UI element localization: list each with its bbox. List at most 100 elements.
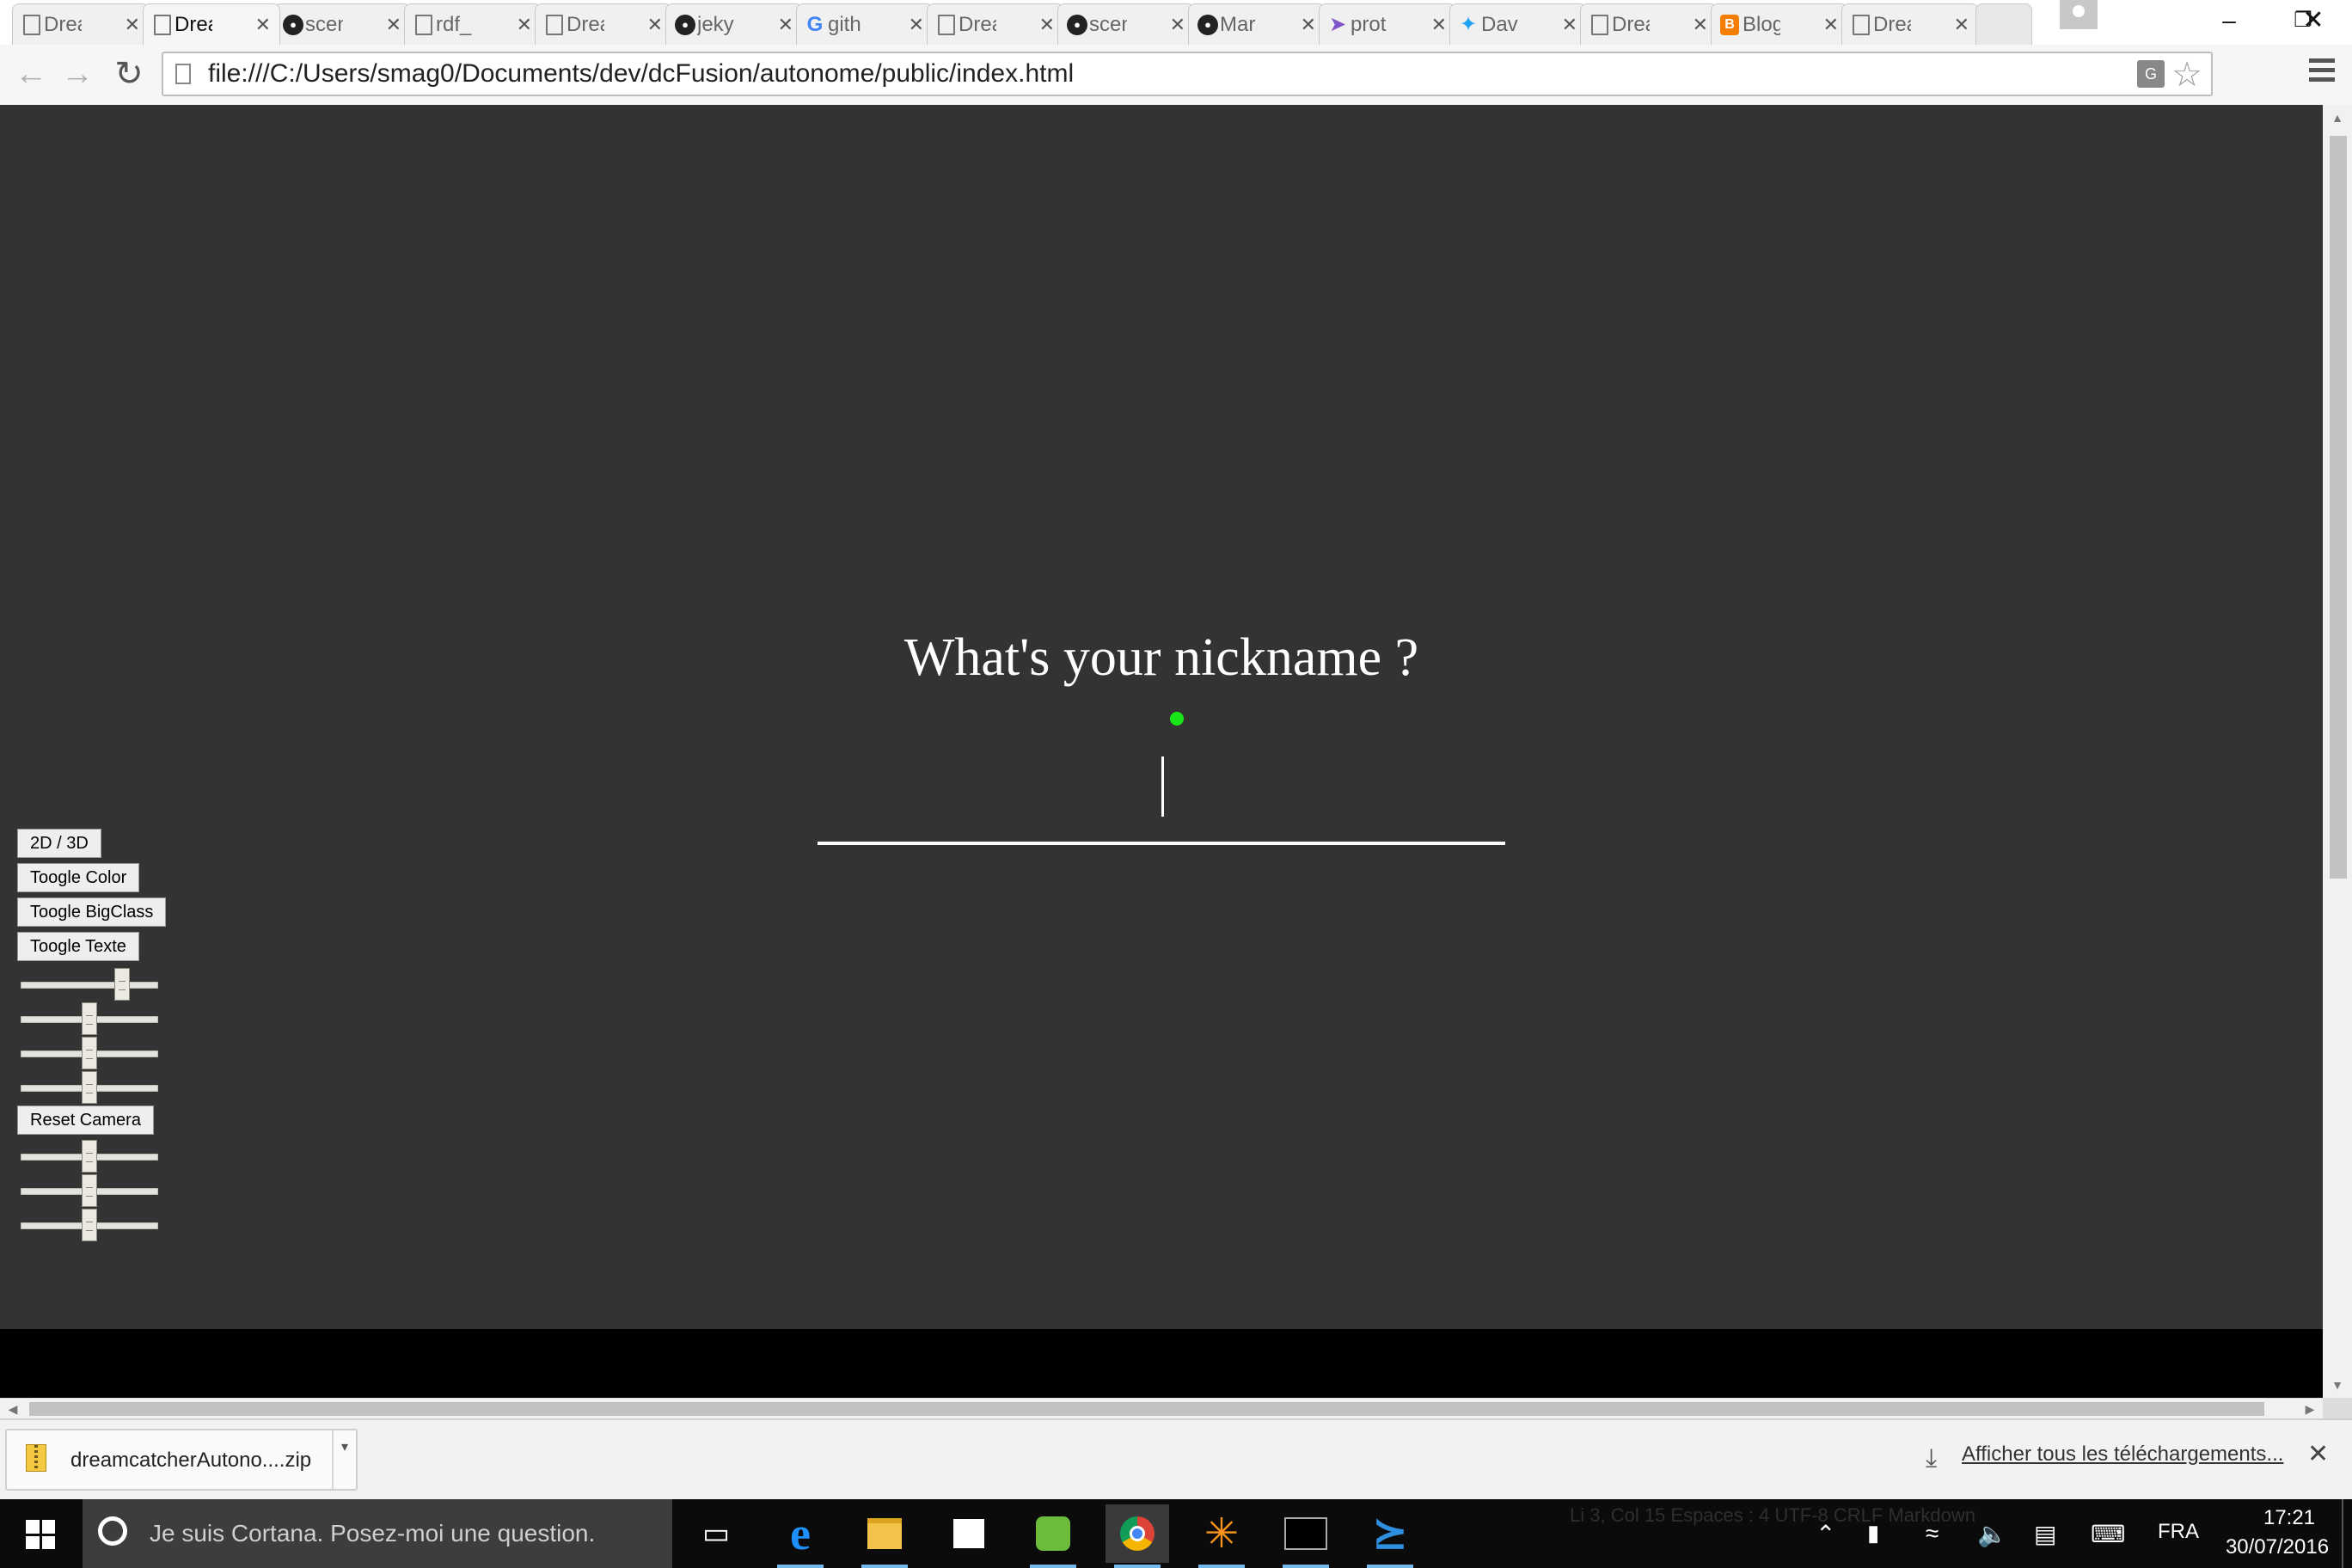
language-indicator[interactable]: FRA xyxy=(2158,1520,2199,1544)
browser-tab[interactable]: rdf_ ✕ xyxy=(404,3,542,45)
tab-close-icon[interactable]: ✕ xyxy=(1693,4,1708,45)
close-window-button[interactable]: ✕ xyxy=(2275,0,2352,41)
translate-icon[interactable]: G xyxy=(2137,60,2165,88)
slider-thumb[interactable] xyxy=(114,968,131,1001)
tab-close-icon[interactable]: ✕ xyxy=(255,4,271,45)
slider-thumb[interactable] xyxy=(82,1140,97,1173)
scroll-right-icon[interactable]: ▶ xyxy=(2297,1399,2323,1419)
tab-close-icon[interactable]: ✕ xyxy=(517,4,532,45)
toggle-bigclass-button[interactable]: Toogle BigClass xyxy=(17,897,167,927)
toggle-color-button[interactable]: Toogle Color xyxy=(17,863,140,892)
battery-icon[interactable]: ▮ xyxy=(1867,1520,1879,1547)
browser-tab[interactable]: B Blog ✕ xyxy=(1711,3,1848,45)
tab-close-icon[interactable]: ✕ xyxy=(909,4,924,45)
browser-tab[interactable]: ●scen ✕ xyxy=(1057,3,1195,45)
toggle-texte-button[interactable]: Toogle Texte xyxy=(17,932,139,961)
slider-thumb[interactable] xyxy=(82,1071,97,1104)
vertical-scrollbar[interactable]: ▲ ▼ xyxy=(2323,105,2352,1398)
task-view-icon[interactable]: ▭ xyxy=(684,1504,748,1563)
camera-slider-1[interactable] xyxy=(21,1138,158,1176)
slider-2[interactable] xyxy=(21,1001,158,1038)
clock-date[interactable]: 30/07/2016 xyxy=(2221,1535,2333,1559)
forward-button[interactable]: → xyxy=(58,55,96,93)
file-explorer-icon[interactable] xyxy=(853,1504,916,1568)
show-all-downloads-link[interactable]: Afficher tous les téléchargements... xyxy=(1962,1442,2283,1467)
reset-camera-button[interactable]: Reset Camera xyxy=(17,1106,154,1135)
store-icon[interactable] xyxy=(937,1504,1001,1563)
browser-tab[interactable]: ● Mar ✕ xyxy=(1188,3,1326,45)
tab-close-icon[interactable]: ✕ xyxy=(386,4,401,45)
slider-thumb[interactable] xyxy=(82,1002,97,1035)
tab-close-icon[interactable]: ✕ xyxy=(1954,4,1969,45)
start-button[interactable] xyxy=(26,1520,55,1549)
browser-tab[interactable]: ●scen ✕ xyxy=(273,3,411,45)
edge-icon[interactable]: e xyxy=(769,1504,832,1568)
download-shelf: dreamcatcherAutono....zip ▾ ⤓ Afficher t… xyxy=(0,1418,2352,1501)
tab-close-icon[interactable]: ✕ xyxy=(647,4,663,45)
chrome-icon[interactable] xyxy=(1106,1504,1169,1568)
browser-tab[interactable]: ➤ prot ✕ xyxy=(1319,3,1456,45)
browser-tab[interactable]: Drea ✕ xyxy=(143,3,280,45)
address-bar[interactable]: file:///C:/Users/smag0/Documents/dev/dcF… xyxy=(162,52,2213,96)
browser-tab[interactable]: Drea ✕ xyxy=(12,3,150,45)
scroll-up-icon[interactable]: ▲ xyxy=(2323,105,2352,131)
action-center-icon[interactable]: ▤ xyxy=(2034,1520,2056,1548)
avast-icon[interactable]: ✳ xyxy=(1190,1504,1253,1568)
scroll-left-icon[interactable]: ◀ xyxy=(0,1399,26,1419)
camera-slider-2[interactable] xyxy=(21,1173,158,1210)
browser-tab[interactable]: ● jeky ✕ xyxy=(665,3,803,45)
tab-close-icon[interactable]: ✕ xyxy=(1562,4,1577,45)
tab-close-icon[interactable]: ✕ xyxy=(778,4,793,45)
camera-slider-3[interactable] xyxy=(21,1207,158,1245)
download-filename[interactable]: dreamcatcherAutono....zip xyxy=(70,1430,311,1491)
browser-tab[interactable]: Ggith ✕ xyxy=(796,3,934,45)
document-icon xyxy=(938,15,955,35)
bookmark-star-icon[interactable]: ☆ xyxy=(2171,55,2202,95)
clock-time[interactable]: 17:21 xyxy=(2249,1506,2330,1530)
tray-chevron-icon[interactable]: ⌃ xyxy=(1816,1520,1835,1548)
tab-close-icon[interactable]: ✕ xyxy=(1301,4,1316,45)
browser-tab[interactable]: Drea ✕ xyxy=(927,3,1064,45)
horizontal-scrollbar[interactable]: ◀ ▶ xyxy=(0,1398,2323,1419)
profile-icon[interactable] xyxy=(2060,0,2098,29)
minimize-button[interactable]: – xyxy=(2190,0,2268,41)
toggle-2d-3d-button[interactable]: 2D / 3D xyxy=(17,829,101,858)
document-icon xyxy=(1591,15,1608,35)
cortana-search-box[interactable]: Je suis Cortana. Posez-moi une question. xyxy=(83,1499,672,1568)
wifi-icon[interactable]: ≈ xyxy=(1926,1520,1939,1547)
volume-icon[interactable]: 🔈 xyxy=(1977,1520,2007,1548)
nickname-input[interactable] xyxy=(818,750,1509,820)
slider-thumb[interactable] xyxy=(82,1174,97,1207)
slider-1[interactable] xyxy=(21,966,158,1004)
download-menu-chevron-icon[interactable]: ▾ xyxy=(332,1430,356,1489)
browser-tab[interactable]: Drea ✕ xyxy=(1841,3,1979,45)
tab-close-icon[interactable]: ✕ xyxy=(1823,4,1839,45)
url-text[interactable]: file:///C:/Users/smag0/Documents/dev/dcF… xyxy=(208,53,1074,95)
browser-tab[interactable]: Drea ✕ xyxy=(535,3,672,45)
tab-close-icon[interactable]: ✕ xyxy=(1431,4,1447,45)
horizontal-scroll-thumb[interactable] xyxy=(29,1402,2264,1416)
menu-icon[interactable] xyxy=(2309,58,2335,89)
terminal-icon[interactable] xyxy=(1274,1504,1338,1568)
close-shelf-icon[interactable]: ✕ xyxy=(2307,1439,2329,1469)
download-item[interactable]: dreamcatcherAutono....zip ▾ xyxy=(5,1429,358,1491)
keyboard-icon[interactable]: ⌨ xyxy=(2091,1520,2125,1548)
slider-thumb[interactable] xyxy=(82,1209,97,1241)
vscode-icon[interactable]: ⪰ xyxy=(1358,1504,1422,1568)
tab-close-icon[interactable]: ✕ xyxy=(1170,4,1185,45)
slider-3[interactable] xyxy=(21,1035,158,1073)
reload-button[interactable]: ↻ xyxy=(110,55,148,93)
browser-tab[interactable]: Drea ✕ xyxy=(1580,3,1718,45)
back-button[interactable]: ← xyxy=(12,55,50,93)
tab-close-icon[interactable]: ✕ xyxy=(125,4,140,45)
new-tab-button[interactable] xyxy=(1975,3,2032,45)
scroll-down-icon[interactable]: ▼ xyxy=(2323,1372,2352,1398)
tab-close-icon[interactable]: ✕ xyxy=(1039,4,1055,45)
browser-tab[interactable]: ✦ Dav ✕ xyxy=(1449,3,1587,45)
slider-thumb[interactable] xyxy=(82,1037,97,1069)
page-canvas[interactable]: What's your nickname ? 2D / 3D Toogle Co… xyxy=(0,105,2323,1398)
show-desktop-button[interactable] xyxy=(2342,1499,2343,1568)
app-icon-green[interactable] xyxy=(1021,1504,1085,1568)
slider-4[interactable] xyxy=(21,1069,158,1107)
vertical-scroll-thumb[interactable] xyxy=(2330,136,2347,879)
